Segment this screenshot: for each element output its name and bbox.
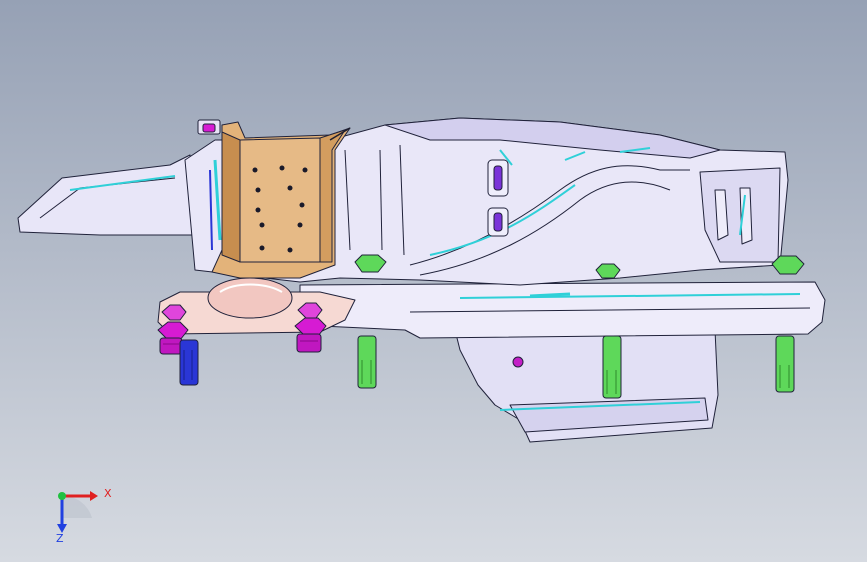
top-bracket-nut[interactable] [197,119,221,135]
left-extension-arm[interactable] [17,154,193,236]
green-stud-left[interactable] [357,335,377,389]
y-axis-dot [58,492,66,500]
green-bolt-right-head[interactable] [771,255,805,275]
cad-3d-viewport[interactable]: X Z [0,0,867,562]
sump-plug [512,356,524,368]
engine-mount-assembly-model[interactable] [0,0,867,562]
mount-bolt-right[interactable] [294,317,327,353]
orange-bracket-side-fold [221,131,241,263]
z-axis-label: Z [56,532,64,545]
housing-window-lower-inner [493,212,503,232]
x-axis-label: X [104,487,112,500]
x-axis-arrow [90,491,98,501]
green-stud-mid[interactable] [602,335,622,399]
housing-window-upper-inner [493,165,503,191]
coordinate-axis-triad: X Z [40,478,120,548]
green-stud-right[interactable] [775,335,795,393]
blue-mounting-stud[interactable] [179,339,199,386]
accent-cyan-strip-1 [529,292,571,298]
orange-bracket-front-face [239,137,321,263]
